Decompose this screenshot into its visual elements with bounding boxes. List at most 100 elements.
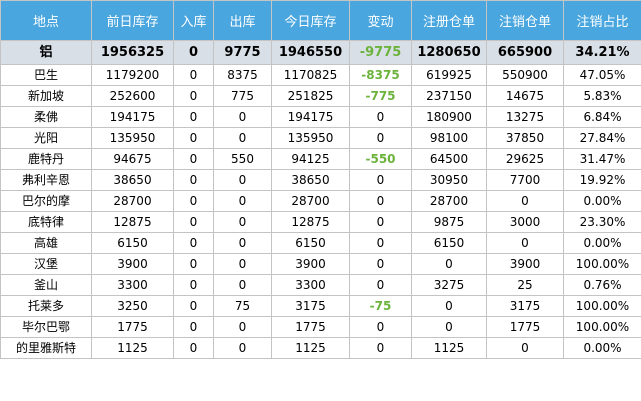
cell-inflow: 0 xyxy=(173,127,214,149)
cell-location: 铝 xyxy=(0,40,92,65)
cell-inflow: 0 xyxy=(173,190,214,212)
cell-cancelled-warrants: 7700 xyxy=(486,169,564,191)
column-header-inflow: 入库 xyxy=(173,0,214,41)
cell-outflow: 0 xyxy=(213,316,272,338)
table-row: 新加坡 252600 0 775 251825 -775 237150 14675 5.83% xyxy=(0,85,641,107)
cell-outflow: 0 xyxy=(213,190,272,212)
cell-cancelled-ratio: 47.05% xyxy=(563,64,641,86)
cell-location: 汉堡 xyxy=(0,253,92,275)
column-header-location: 地点 xyxy=(0,0,92,41)
cell-location: 弗利辛恩 xyxy=(0,169,92,191)
table-row: 高雄 6150 0 0 6150 0 6150 0 0.00% xyxy=(0,232,641,254)
cell-today-stock: 1125 xyxy=(271,337,350,359)
cell-change: 0 xyxy=(349,169,412,191)
cell-cancelled-warrants: 0 xyxy=(486,337,564,359)
cell-location: 鹿特丹 xyxy=(0,148,92,170)
cell-change: 0 xyxy=(349,316,412,338)
cell-cancelled-ratio: 31.47% xyxy=(563,148,641,170)
cell-location: 巴生 xyxy=(0,64,92,86)
cell-previous-stock: 38650 xyxy=(91,169,174,191)
table-row: 底特律 12875 0 0 12875 0 9875 3000 23.30% xyxy=(0,211,641,233)
table-row: 鹿特丹 94675 0 550 94125 -550 64500 29625 31.47% xyxy=(0,148,641,170)
cell-cancelled-ratio: 0.00% xyxy=(563,337,641,359)
cell-cancelled-ratio: 23.30% xyxy=(563,211,641,233)
table-row: 巴生 1179200 0 8375 1170825 -8375 619925 550900 47… xyxy=(0,64,641,86)
cell-outflow: 0 xyxy=(213,169,272,191)
cell-today-stock: 28700 xyxy=(271,190,350,212)
cell-change: 0 xyxy=(349,232,412,254)
cell-cancelled-warrants: 25 xyxy=(486,274,564,296)
cell-today-stock: 1946550 xyxy=(271,40,350,65)
cell-registered-warrants: 0 xyxy=(411,316,487,338)
cell-change: -75 xyxy=(349,295,412,317)
cell-cancelled-ratio: 34.21% xyxy=(563,40,641,65)
cell-registered-warrants: 237150 xyxy=(411,85,487,107)
cell-cancelled-ratio: 27.84% xyxy=(563,127,641,149)
cell-previous-stock: 12875 xyxy=(91,211,174,233)
cell-registered-warrants: 1125 xyxy=(411,337,487,359)
cell-previous-stock: 135950 xyxy=(91,127,174,149)
table-row: 釜山 3300 0 0 3300 0 3275 25 0.76% xyxy=(0,274,641,296)
cell-cancelled-warrants: 29625 xyxy=(486,148,564,170)
inventory-table: 地点 前日库存 入库 出库 今日库存 变动 注册仓单 注销仓单 注销占比 铝 19… xyxy=(0,0,641,359)
cell-inflow: 0 xyxy=(173,85,214,107)
cell-previous-stock: 3250 xyxy=(91,295,174,317)
cell-outflow: 0 xyxy=(213,127,272,149)
cell-change: 0 xyxy=(349,274,412,296)
cell-registered-warrants: 98100 xyxy=(411,127,487,149)
cell-cancelled-warrants: 1775 xyxy=(486,316,564,338)
cell-location: 光阳 xyxy=(0,127,92,149)
cell-today-stock: 38650 xyxy=(271,169,350,191)
cell-today-stock: 251825 xyxy=(271,85,350,107)
cell-registered-warrants: 0 xyxy=(411,295,487,317)
cell-outflow: 0 xyxy=(213,232,272,254)
cell-cancelled-warrants: 0 xyxy=(486,190,564,212)
cell-change: -775 xyxy=(349,85,412,107)
cell-inflow: 0 xyxy=(173,253,214,275)
cell-location: 巴尔的摩 xyxy=(0,190,92,212)
cell-registered-warrants: 6150 xyxy=(411,232,487,254)
cell-inflow: 0 xyxy=(173,40,214,65)
cell-cancelled-warrants: 665900 xyxy=(486,40,564,65)
cell-change: 0 xyxy=(349,337,412,359)
header-row: 地点 前日库存 入库 出库 今日库存 变动 注册仓单 注销仓单 注销占比 xyxy=(0,0,641,41)
cell-change: 0 xyxy=(349,211,412,233)
cell-registered-warrants: 30950 xyxy=(411,169,487,191)
cell-previous-stock: 1125 xyxy=(91,337,174,359)
cell-change: -550 xyxy=(349,148,412,170)
cell-inflow: 0 xyxy=(173,211,214,233)
column-header-today-stock: 今日库存 xyxy=(271,0,350,41)
cell-previous-stock: 1179200 xyxy=(91,64,174,86)
cell-location: 托莱多 xyxy=(0,295,92,317)
cell-location: 釜山 xyxy=(0,274,92,296)
cell-previous-stock: 3900 xyxy=(91,253,174,275)
cell-change: 0 xyxy=(349,253,412,275)
cell-today-stock: 1170825 xyxy=(271,64,350,86)
cell-cancelled-ratio: 0.00% xyxy=(563,232,641,254)
cell-today-stock: 194175 xyxy=(271,106,350,128)
cell-cancelled-warrants: 0 xyxy=(486,232,564,254)
cell-location: 毕尔巴鄂 xyxy=(0,316,92,338)
cell-registered-warrants: 1280650 xyxy=(411,40,487,65)
cell-today-stock: 6150 xyxy=(271,232,350,254)
cell-cancelled-warrants: 3000 xyxy=(486,211,564,233)
cell-previous-stock: 28700 xyxy=(91,190,174,212)
column-header-cancelled-ratio: 注销占比 xyxy=(563,0,641,41)
cell-inflow: 0 xyxy=(173,106,214,128)
table-row: 汉堡 3900 0 0 3900 0 0 3900 100.00% xyxy=(0,253,641,275)
cell-location: 柔佛 xyxy=(0,106,92,128)
cell-cancelled-ratio: 100.00% xyxy=(563,295,641,317)
cell-outflow: 0 xyxy=(213,337,272,359)
table-row: 的里雅斯特 1125 0 0 1125 0 1125 0 0.00% xyxy=(0,337,641,359)
cell-outflow: 0 xyxy=(213,274,272,296)
cell-outflow: 0 xyxy=(213,211,272,233)
cell-registered-warrants: 9875 xyxy=(411,211,487,233)
cell-inflow: 0 xyxy=(173,148,214,170)
cell-cancelled-ratio: 100.00% xyxy=(563,253,641,275)
cell-registered-warrants: 180900 xyxy=(411,106,487,128)
cell-location: 高雄 xyxy=(0,232,92,254)
table-row: 毕尔巴鄂 1775 0 0 1775 0 0 1775 100.00% xyxy=(0,316,641,338)
cell-cancelled-warrants: 550900 xyxy=(486,64,564,86)
cell-cancelled-warrants: 37850 xyxy=(486,127,564,149)
cell-cancelled-ratio: 5.83% xyxy=(563,85,641,107)
